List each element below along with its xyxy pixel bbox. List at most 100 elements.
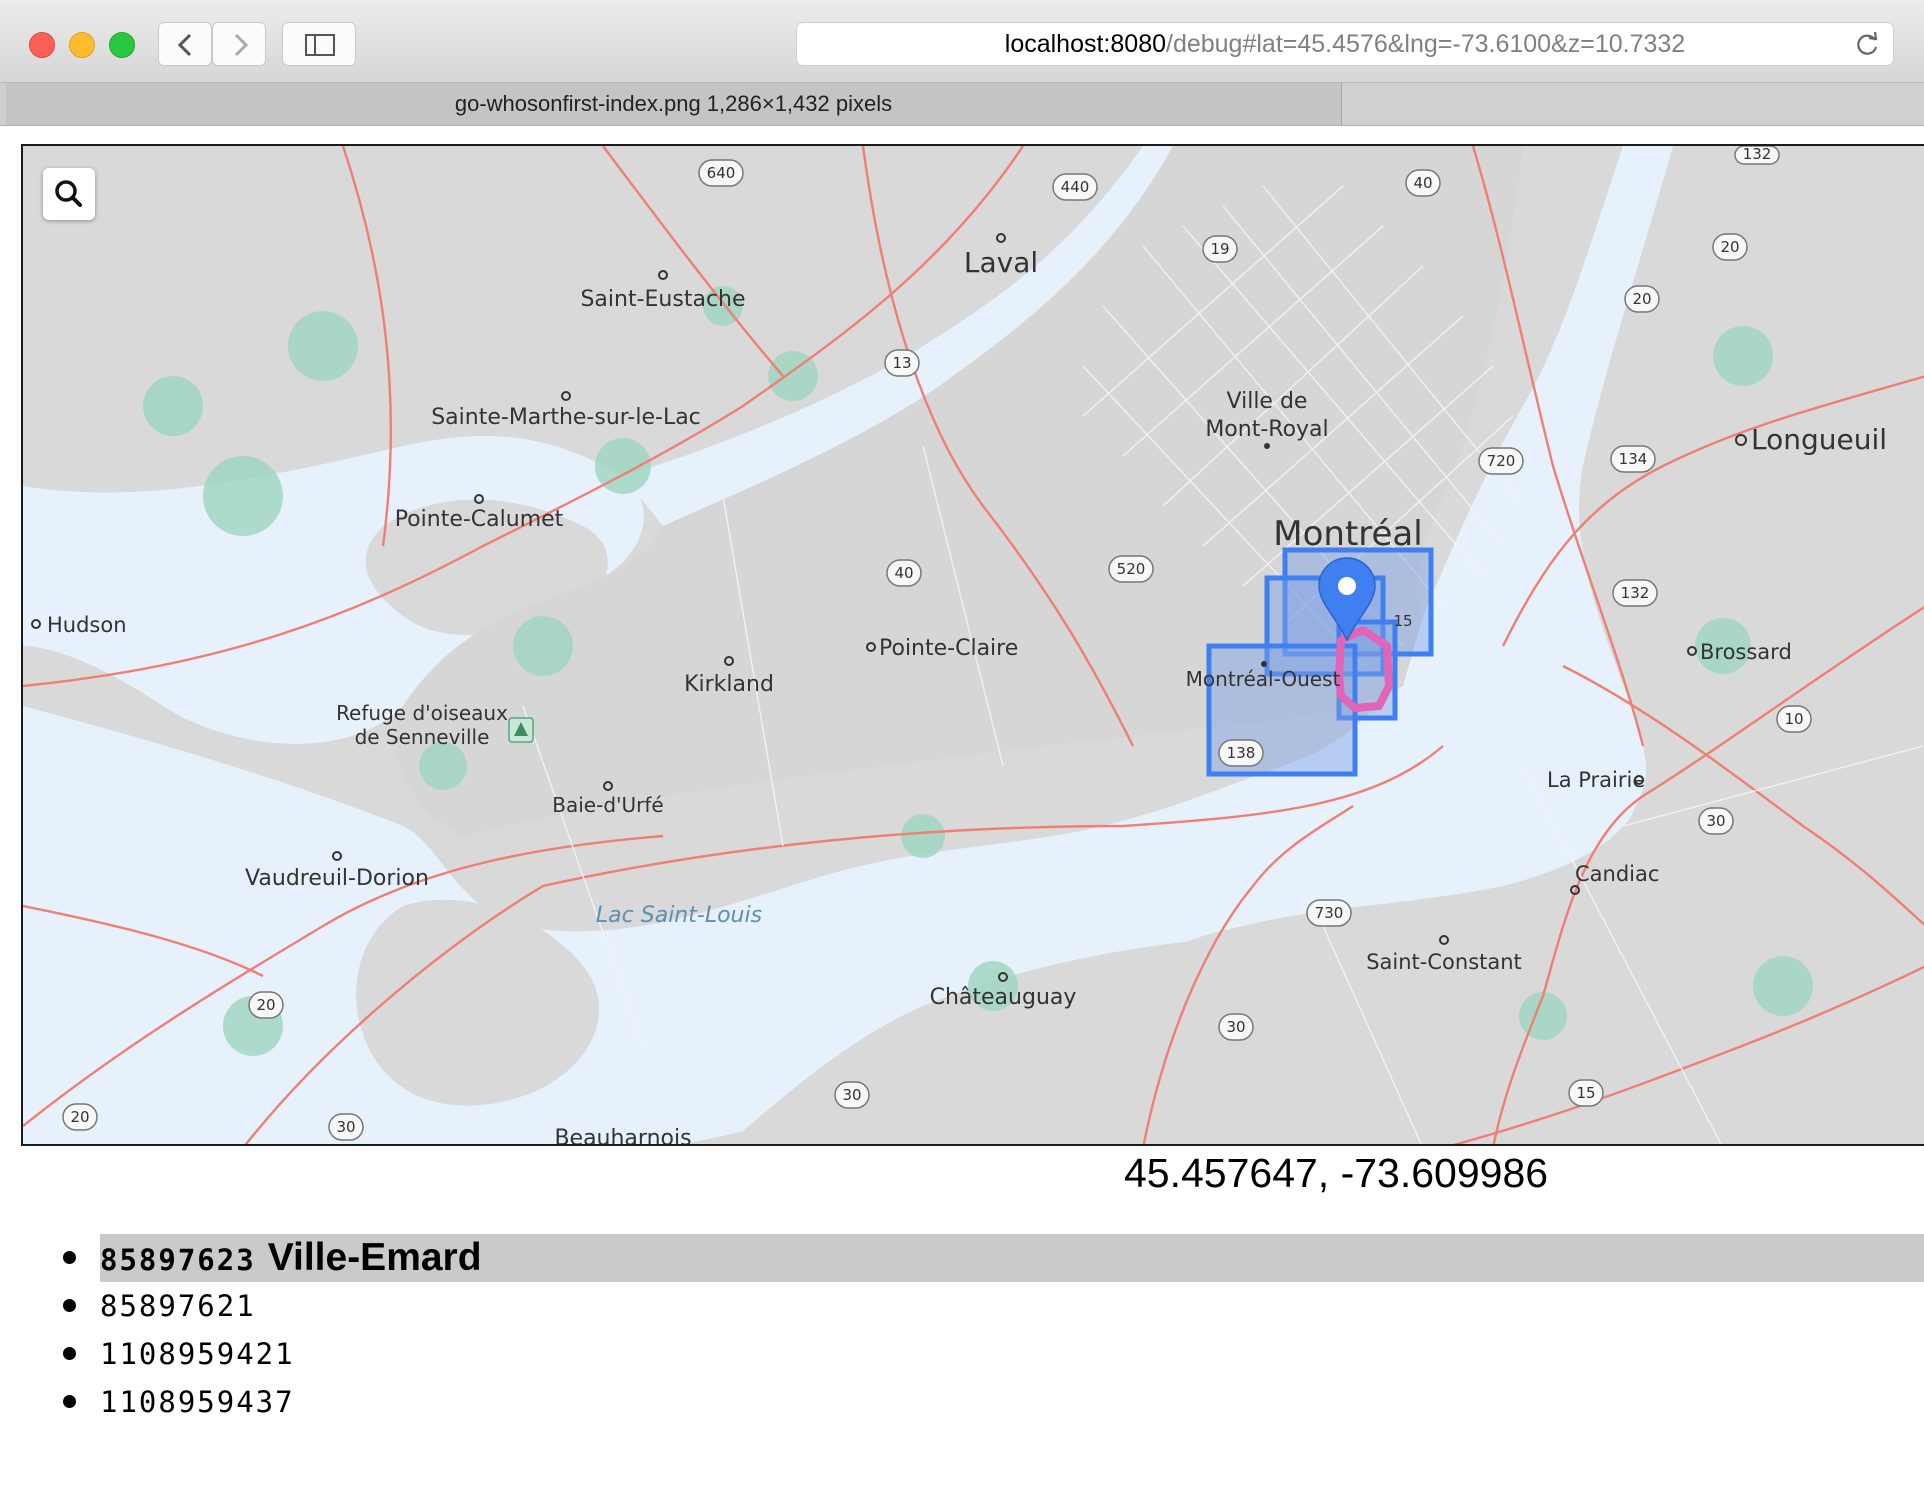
place-refuge-line2: de Senneville: [355, 725, 490, 749]
place-laval: Laval: [964, 246, 1038, 279]
forward-button[interactable]: [212, 22, 266, 66]
shield-520: 520: [1108, 555, 1154, 583]
place-candiac: Candiac: [1575, 862, 1659, 886]
shield-20-east: 20: [1624, 285, 1660, 313]
place-lac-saint-louis: Lac Saint-Louis: [596, 903, 762, 928]
url-path: /debug#lat=45.4576&lng=-73.6100&z=10.733…: [1166, 30, 1686, 58]
place-kirkland: Kirkland: [684, 672, 774, 697]
svg-text:20: 20: [1720, 238, 1739, 256]
place-sainte-marthe: Sainte-Marthe-sur-le-Lac: [431, 405, 701, 430]
place-brossard: Brossard: [1700, 640, 1792, 664]
result-id: 1108959437: [100, 1385, 295, 1419]
back-button[interactable]: [158, 22, 212, 66]
place-la-prairie: La Prairie: [1547, 768, 1645, 792]
svg-text:134: 134: [1619, 450, 1648, 468]
shield-30-west: 30: [834, 1081, 870, 1109]
shield-20-center: 20: [248, 991, 284, 1019]
results-list: 85897623 Ville-Emard 85897621 1108959421 …: [58, 1234, 1924, 1426]
place-longueuil: Longueuil: [1751, 423, 1887, 456]
bullet: [63, 1299, 76, 1312]
list-item[interactable]: 85897623 Ville-Emard: [58, 1234, 1924, 1282]
svg-text:730: 730: [1315, 904, 1344, 922]
bullet: [63, 1251, 76, 1264]
sidebar-toggle-button[interactable]: [282, 22, 356, 66]
shield-640: 640: [698, 159, 744, 187]
shield-30-center: 30: [1218, 1013, 1254, 1041]
list-item[interactable]: 85897621: [58, 1282, 1924, 1330]
search-icon: [55, 180, 82, 207]
tab-bar: go-whosonfirst-index.png 1,286×1,432 pix…: [0, 83, 1924, 126]
shield-40-west: 40: [886, 559, 922, 587]
svg-text:640: 640: [707, 164, 736, 182]
chevron-right-icon: [234, 33, 249, 57]
reload-icon[interactable]: [1855, 31, 1881, 57]
place-vaudreuil: Vaudreuil-Dorion: [245, 866, 429, 891]
shield-138: 138: [1218, 739, 1264, 767]
shield-20-west: 20: [62, 1103, 98, 1131]
shield-440: 440: [1052, 173, 1098, 201]
close-window-button[interactable]: [29, 32, 55, 58]
result-id: 85897621: [100, 1289, 256, 1323]
svg-text:15: 15: [1576, 1084, 1595, 1102]
shield-40-north: 40: [1405, 169, 1441, 197]
place-mont-royal-line2: Mont-Royal: [1205, 417, 1328, 442]
place-beauharnois: Beauharnois: [554, 1126, 691, 1146]
list-item[interactable]: 1108959421: [58, 1330, 1924, 1378]
place-montreal-ouest: Montréal-Ouest: [1186, 667, 1341, 691]
svg-text:30: 30: [336, 1118, 355, 1136]
svg-text:138: 138: [1227, 744, 1256, 762]
shield-15-north: 15: [1393, 612, 1412, 630]
result-id: 85897623: [100, 1243, 256, 1277]
browser-toolbar: localhost:8080/debug#lat=45.4576&lng=-73…: [0, 0, 1924, 83]
map[interactable]: Laval Saint-Eustache Sainte-Marthe-sur-l…: [21, 144, 1924, 1146]
shield-13: 13: [884, 349, 920, 377]
svg-text:440: 440: [1061, 178, 1090, 196]
place-labels: Laval Saint-Eustache Sainte-Marthe-sur-l…: [31, 146, 1887, 1146]
url-host: localhost:8080: [1004, 30, 1166, 58]
shield-720: 720: [1478, 447, 1524, 475]
place-mont-royal-line1: Ville de: [1227, 389, 1308, 414]
place-saint-constant: Saint-Constant: [1366, 950, 1522, 974]
svg-text:15: 15: [1393, 612, 1412, 630]
result-row[interactable]: 1108959437: [100, 1378, 1924, 1426]
result-row-highlighted[interactable]: 85897623 Ville-Emard: [100, 1234, 1924, 1282]
svg-text:40: 40: [1413, 174, 1432, 192]
chevron-left-icon: [177, 33, 192, 57]
shield-30-east: 30: [1698, 807, 1734, 835]
svg-text:20: 20: [70, 1108, 89, 1126]
place-refuge-line1: Refuge d'oiseaux: [336, 701, 508, 725]
tab-image[interactable]: go-whosonfirst-index.png 1,286×1,432 pix…: [6, 83, 1342, 125]
svg-text:30: 30: [1706, 812, 1725, 830]
result-row[interactable]: 85897621: [100, 1282, 1924, 1330]
svg-text:19: 19: [1210, 240, 1229, 258]
place-saint-eustache: Saint-Eustache: [580, 287, 745, 312]
svg-text:20: 20: [1632, 290, 1651, 308]
svg-text:20: 20: [256, 996, 275, 1014]
bullet: [63, 1347, 76, 1360]
tab-title: go-whosonfirst-index.png 1,286×1,432 pix…: [454, 91, 893, 116]
zoom-window-button[interactable]: [109, 32, 135, 58]
shield-132: 132: [1612, 579, 1658, 607]
shield-15-south: 15: [1568, 1079, 1604, 1107]
coordinates-readout: 45.457647, -73.609986: [1124, 1150, 1549, 1196]
place-pointe-calumet: Pointe-Calumet: [395, 507, 564, 532]
place-baie-durfe: Baie-d'Urfé: [552, 793, 663, 817]
shield-30-southwest: 30: [328, 1113, 364, 1141]
sidebar-icon: [305, 34, 335, 56]
shield-134: 134: [1610, 445, 1656, 473]
svg-text:30: 30: [842, 1086, 861, 1104]
svg-text:30: 30: [1226, 1018, 1245, 1036]
result-row[interactable]: 1108959421: [100, 1330, 1924, 1378]
address-bar[interactable]: localhost:8080/debug#lat=45.4576&lng=-73…: [796, 22, 1894, 66]
list-item[interactable]: 1108959437: [58, 1378, 1924, 1426]
place-pointe-claire: Pointe-Claire: [879, 636, 1018, 661]
shield-132-top: 132: [1734, 146, 1780, 165]
shield-10: 10: [1776, 705, 1812, 733]
svg-text:13: 13: [892, 354, 911, 372]
result-id: 1108959421: [100, 1337, 295, 1371]
map-search-button[interactable]: [43, 168, 95, 220]
minimize-window-button[interactable]: [69, 32, 95, 58]
svg-text:132: 132: [1621, 584, 1650, 602]
place-chateauguay: Châteauguay: [930, 985, 1077, 1010]
svg-text:10: 10: [1784, 710, 1803, 728]
